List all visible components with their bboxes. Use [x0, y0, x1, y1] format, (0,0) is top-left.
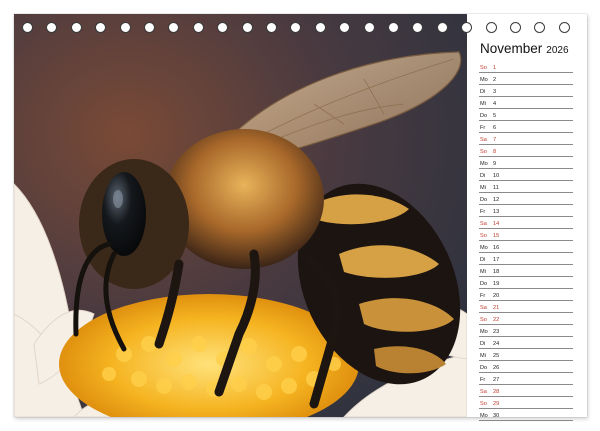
calendar-day-row: Sa 21 — [479, 301, 573, 313]
binding-hole — [436, 22, 448, 33]
calendar-day-row: Di 10 — [479, 169, 573, 181]
calendar-day-row: Mo 16 — [479, 241, 573, 253]
calendar-day-row: Mo 2 — [479, 73, 573, 85]
month-name: November — [480, 41, 543, 56]
calendar-day-row: Sa 14 — [479, 217, 573, 229]
binding-hole — [388, 22, 399, 33]
calendar-day-row: Sa 7 — [479, 133, 573, 145]
calendar-day-row: So 29 — [479, 397, 573, 409]
calendar-day-row: Fr 13 — [479, 205, 573, 217]
calendar-page: November 2026 So 1 Mo 2 Di 3 Mi 4 Do 5 Fr 6 Sa 7 So 8 Mo 9… — [14, 14, 587, 421]
bee-head — [79, 159, 189, 289]
calendar-day-row: Mi 18 — [479, 265, 573, 277]
year-label: 2026 — [546, 45, 569, 56]
bee-photo — [14, 14, 467, 417]
binding-hole — [95, 22, 107, 33]
calendar-panel: November 2026 So 1 Mo 2 Di 3 Mi 4 Do 5 Fr 6 Sa 7 So 8 Mo 9… — [467, 14, 587, 421]
binding-hole — [119, 22, 131, 33]
calendar-day-row: So 22 — [479, 313, 573, 325]
calendar-day-row: Sa 28 — [479, 385, 573, 397]
calendar-day-row: Do 26 — [479, 361, 573, 373]
calendar-day-row: Mi 11 — [479, 181, 573, 193]
calendar-day-row: Di 3 — [479, 85, 573, 97]
binding-hole — [266, 22, 277, 33]
binding-hole — [46, 22, 58, 33]
bee-illustration — [14, 14, 467, 417]
binding-hole — [412, 22, 424, 33]
calendar-day-row: Mo 30 — [479, 409, 573, 421]
month-title: November 2026 — [480, 41, 569, 56]
binding-hole — [314, 22, 326, 33]
calendar-day-row: Mo 9 — [479, 157, 573, 169]
calendar-day-row: So 15 — [479, 229, 573, 241]
binding-hole — [22, 22, 33, 33]
calendar-day-row: Mo 23 — [479, 325, 573, 337]
calendar-day-row: Do 12 — [479, 193, 573, 205]
calendar-day-row: Di 17 — [479, 253, 573, 265]
binding-hole — [290, 22, 302, 33]
binding-hole — [168, 22, 180, 33]
day-number: 30 — [493, 413, 500, 419]
calendar-day-row: Mi 25 — [479, 349, 573, 361]
bee-thorax — [164, 129, 324, 269]
calendar-day-row: Mi 4 — [479, 97, 573, 109]
day-list: So 1 Mo 2 Di 3 Mi 4 Do 5 Fr 6 Sa 7 So 8 Mo 9 Di 10 Mi 11 Do 12 F… — [479, 61, 573, 421]
binding-hole — [144, 22, 155, 33]
calendar-day-row: Fr 20 — [479, 289, 573, 301]
calendar-day-row: So 1 — [479, 61, 573, 73]
calendar-day-row: Do 5 — [479, 109, 573, 121]
binding-hole — [339, 22, 351, 33]
binding-hole — [217, 22, 229, 33]
binding-hole — [192, 22, 204, 33]
calendar-day-row: Di 24 — [479, 337, 573, 349]
day-of-week: Mo — [480, 413, 488, 419]
binding-hole — [363, 22, 375, 33]
binding-hole — [70, 22, 82, 33]
calendar-day-row: Fr 27 — [479, 373, 573, 385]
calendar-day-row: So 8 — [479, 145, 573, 157]
calendar-day-row: Do 19 — [479, 277, 573, 289]
binding-hole — [241, 22, 253, 33]
calendar-day-row: Fr 6 — [479, 121, 573, 133]
